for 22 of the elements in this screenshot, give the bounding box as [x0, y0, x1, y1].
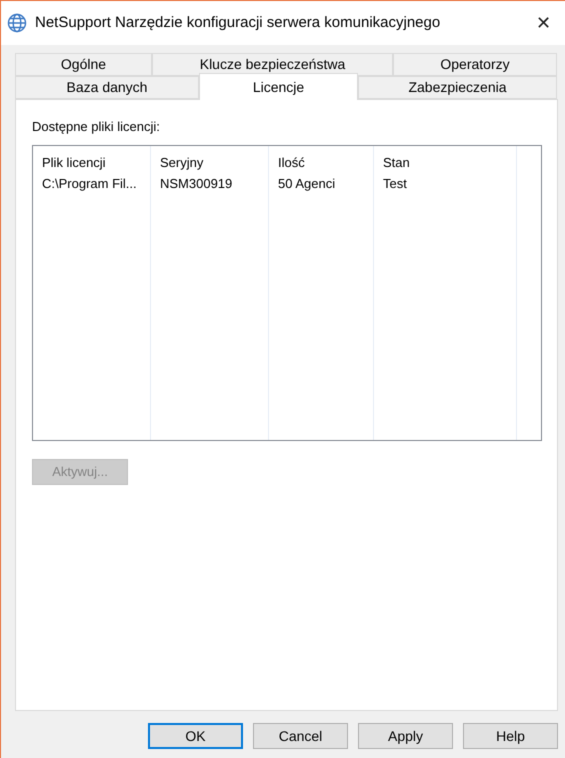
- column-header[interactable]: Stan: [383, 146, 516, 174]
- globe-icon: [7, 13, 27, 33]
- dialog-button[interactable]: Cancel: [253, 723, 348, 749]
- close-button[interactable]: ✕: [532, 10, 555, 36]
- dialog-button[interactable]: Help: [463, 723, 558, 749]
- tab[interactable]: Zabezpieczenia: [358, 76, 557, 99]
- column-header[interactable]: Seryjny: [160, 146, 268, 174]
- table-cell-text: C:\Program Fil...: [42, 174, 138, 193]
- tab[interactable]: Licencje: [199, 73, 358, 100]
- window-title: NetSupport Narzędzie konfiguracji serwera komunikacyjnego: [35, 12, 440, 33]
- tab[interactable]: Operatorzy: [393, 53, 557, 76]
- tab[interactable]: Baza danych: [15, 76, 199, 99]
- tab[interactable]: Ogólne: [15, 53, 152, 76]
- table-cell-text: Test: [383, 174, 408, 192]
- table-cell-text: 50 Agenci: [278, 174, 336, 193]
- tab[interactable]: Klucze bezpieczeństwa: [152, 53, 393, 76]
- group-label: Dostępne pliki licencji:: [32, 118, 161, 136]
- dialog-button[interactable]: Apply: [358, 723, 453, 749]
- dialog-button[interactable]: OK: [148, 723, 243, 749]
- column-header[interactable]: Ilość: [278, 146, 373, 174]
- table-cell-text: NSM300919: [160, 174, 234, 192]
- column-header[interactable]: Plik licencji: [42, 146, 150, 174]
